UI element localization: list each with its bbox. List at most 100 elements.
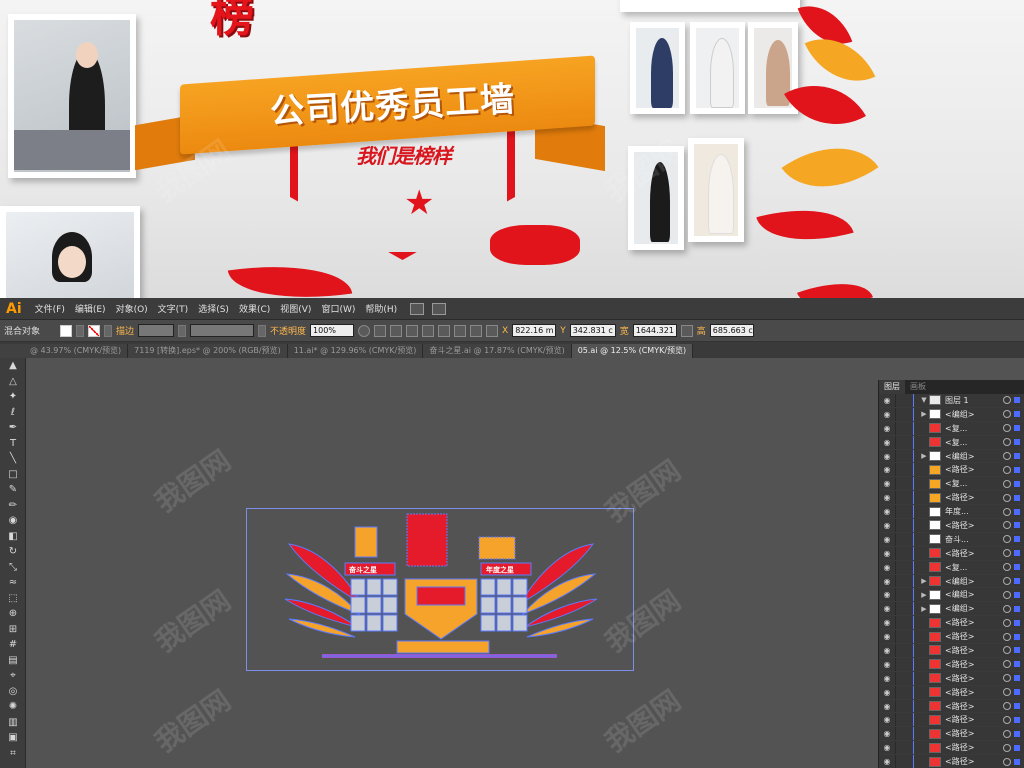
- chevron-down-icon[interactable]: [104, 324, 113, 337]
- lock-toggle[interactable]: [895, 491, 909, 505]
- width-input[interactable]: 1644.321: [632, 324, 677, 337]
- line-tool-icon[interactable]: ╲: [0, 451, 26, 467]
- column-graph-tool-icon[interactable]: ▥: [0, 715, 26, 731]
- layer-name[interactable]: <编组>: [945, 409, 1003, 420]
- eye-icon[interactable]: ◉: [879, 410, 895, 419]
- eye-icon[interactable]: ◉: [879, 688, 895, 697]
- free-transform-tool-icon[interactable]: ⬚: [0, 591, 26, 607]
- lock-toggle[interactable]: [895, 588, 909, 602]
- canvas-area[interactable]: 奋斗之星 年度之星: [26, 358, 878, 768]
- layer-row[interactable]: ◉ <路径>: [879, 630, 1024, 645]
- artboard-tool-icon[interactable]: ▣: [0, 730, 26, 746]
- layer-row[interactable]: ◉ <路径>: [879, 699, 1024, 714]
- scale-tool-icon[interactable]: ⤡: [0, 560, 26, 576]
- slice-tool-icon[interactable]: ⌗: [0, 746, 26, 762]
- target-icon[interactable]: [1003, 507, 1011, 516]
- document-tab[interactable]: 11.ai* @ 129.96% (CMYK/预览): [287, 344, 424, 358]
- target-icon[interactable]: [1003, 577, 1011, 586]
- layer-row[interactable]: ◉ <路径>: [879, 616, 1024, 631]
- layer-name[interactable]: <路径>: [945, 617, 1003, 628]
- layer-name[interactable]: <路径>: [945, 673, 1003, 684]
- opacity-input[interactable]: 100%: [310, 324, 355, 337]
- layer-row[interactable]: ◉ <路径>: [879, 463, 1024, 478]
- target-icon[interactable]: [1003, 549, 1011, 558]
- target-icon[interactable]: [1003, 410, 1011, 419]
- eye-icon[interactable]: ◉: [879, 424, 895, 433]
- eyedropper-tool-icon[interactable]: ⌖: [0, 668, 26, 684]
- eye-icon[interactable]: ◉: [879, 479, 895, 488]
- layer-row[interactable]: ◉ 年度...: [879, 505, 1024, 520]
- layer-name[interactable]: <路径>: [945, 631, 1003, 642]
- layer-row[interactable]: ◉ <路径>: [879, 685, 1024, 700]
- selection-tool-icon[interactable]: ▲: [0, 358, 26, 374]
- target-icon[interactable]: [1003, 396, 1011, 405]
- layer-name[interactable]: <路径>: [945, 687, 1003, 698]
- menu-help[interactable]: 帮助(H): [360, 302, 402, 315]
- artboard[interactable]: 奋斗之星 年度之星: [246, 508, 634, 671]
- lock-toggle[interactable]: [895, 755, 909, 768]
- selection-indicator[interactable]: [1014, 619, 1020, 626]
- layer-row[interactable]: ◉ <路径>: [879, 741, 1024, 756]
- eye-icon[interactable]: ◉: [879, 702, 895, 711]
- chevron-down-icon[interactable]: [258, 324, 267, 337]
- lock-toggle[interactable]: [895, 394, 909, 407]
- target-icon[interactable]: [1003, 493, 1011, 502]
- warp-tool-icon[interactable]: ≈: [0, 575, 26, 591]
- eye-icon[interactable]: ◉: [879, 757, 895, 766]
- menu-window[interactable]: 窗口(W): [316, 302, 360, 315]
- layer-name[interactable]: <路径>: [945, 520, 1003, 531]
- transform-icon[interactable]: [486, 324, 499, 337]
- eye-icon[interactable]: ◉: [879, 535, 895, 544]
- selection-indicator[interactable]: [1014, 536, 1020, 543]
- lock-toggle[interactable]: [895, 713, 909, 727]
- layer-row[interactable]: ◉ ▶ <编组>: [879, 574, 1024, 589]
- layer-row[interactable]: ◉ <路径>: [879, 519, 1024, 533]
- lock-toggle[interactable]: [895, 532, 909, 546]
- selection-indicator[interactable]: [1014, 494, 1020, 501]
- eye-icon[interactable]: ◉: [879, 660, 895, 669]
- blob-brush-tool-icon[interactable]: ◉: [0, 513, 26, 529]
- mesh-tool-icon[interactable]: #: [0, 637, 26, 653]
- layer-name[interactable]: <编组>: [945, 576, 1003, 587]
- layer-name[interactable]: <路径>: [945, 548, 1003, 559]
- pencil-tool-icon[interactable]: ✏: [0, 498, 26, 514]
- target-icon[interactable]: [1003, 688, 1011, 697]
- height-input[interactable]: 685.663 c: [709, 324, 754, 337]
- layer-name[interactable]: <路径>: [945, 659, 1003, 670]
- selection-indicator[interactable]: [1014, 439, 1020, 446]
- layer-row[interactable]: ◉ <路径>: [879, 644, 1024, 658]
- fill-swatch[interactable]: [60, 324, 73, 337]
- selection-indicator[interactable]: [1014, 550, 1020, 557]
- selection-indicator[interactable]: [1014, 591, 1020, 598]
- layer-name[interactable]: <路径>: [945, 464, 1003, 475]
- layer-row[interactable]: ◉ <路径>: [879, 755, 1024, 768]
- lock-toggle[interactable]: [895, 616, 909, 630]
- eye-icon[interactable]: ◉: [879, 590, 895, 599]
- layer-name[interactable]: <复...: [945, 478, 1003, 489]
- lock-toggle[interactable]: [895, 727, 909, 741]
- layer-name[interactable]: <路径>: [945, 492, 1003, 503]
- direct-selection-tool-icon[interactable]: △: [0, 374, 26, 390]
- selection-indicator[interactable]: [1014, 466, 1020, 473]
- layer-name[interactable]: <路径>: [945, 756, 1003, 767]
- selection-indicator[interactable]: [1014, 689, 1020, 696]
- tab-layers[interactable]: 图层: [879, 380, 905, 394]
- recolor-icon[interactable]: [374, 324, 387, 337]
- eye-icon[interactable]: ◉: [879, 521, 895, 530]
- selection-indicator[interactable]: [1014, 716, 1020, 723]
- target-icon[interactable]: [1003, 646, 1011, 655]
- type-tool-icon[interactable]: T: [0, 436, 26, 452]
- menu-object[interactable]: 对象(O): [111, 302, 153, 315]
- lock-toggle[interactable]: [895, 574, 909, 588]
- lock-toggle[interactable]: [895, 505, 909, 519]
- align-right-icon[interactable]: [422, 324, 435, 337]
- layer-name[interactable]: <路径>: [945, 728, 1003, 739]
- x-input[interactable]: 822.16 m: [512, 324, 557, 337]
- lock-toggle[interactable]: [895, 560, 909, 574]
- stroke-swatch[interactable]: [88, 324, 101, 337]
- selection-indicator[interactable]: [1014, 480, 1020, 487]
- target-icon[interactable]: [1003, 563, 1011, 572]
- layer-row[interactable]: ◉ <复...: [879, 477, 1024, 492]
- target-icon[interactable]: [1003, 660, 1011, 669]
- selection-indicator[interactable]: [1014, 647, 1020, 654]
